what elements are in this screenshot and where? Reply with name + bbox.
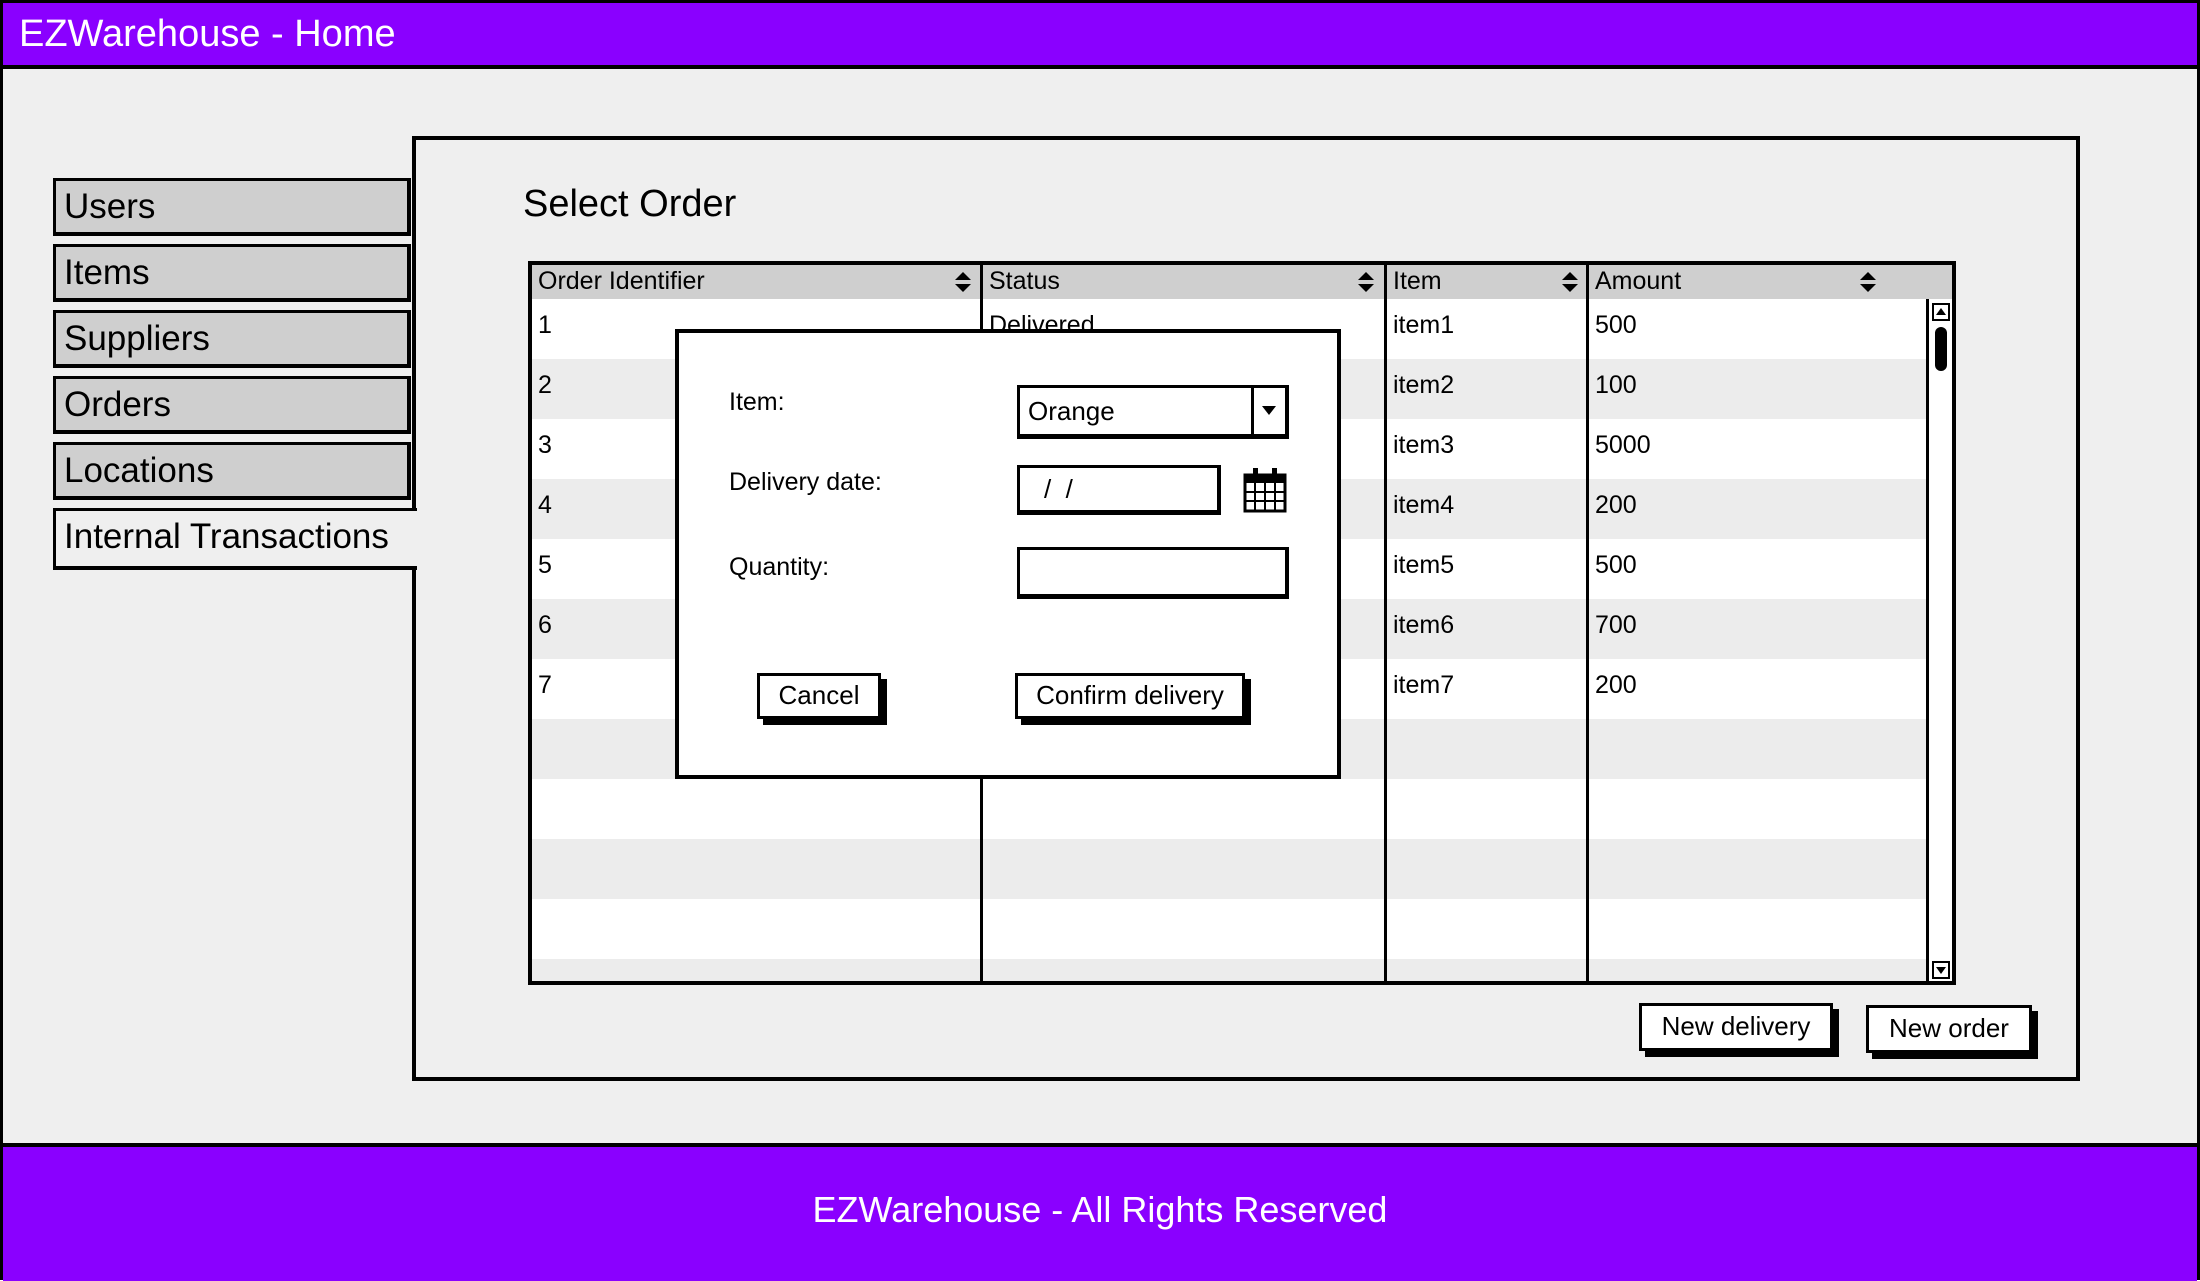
sort-icon[interactable]: [1857, 270, 1879, 294]
table-row-empty[interactable]: [532, 959, 1926, 981]
cell-amount: 500: [1595, 311, 1637, 339]
cell-order-id: 3: [538, 431, 552, 459]
tab-suppliers[interactable]: Suppliers: [53, 310, 411, 368]
column-header-amount[interactable]: Amount: [1589, 265, 1926, 299]
tab-orders[interactable]: Orders: [53, 376, 411, 434]
column-header-label: Status: [989, 267, 1060, 295]
cell-amount: 200: [1595, 671, 1637, 699]
table-row-empty[interactable]: [532, 779, 1926, 839]
cancel-button[interactable]: Cancel: [757, 673, 881, 719]
cell-order-id: 6: [538, 611, 552, 639]
new-delivery-button[interactable]: New delivery: [1639, 1003, 1833, 1051]
table-row-empty[interactable]: [532, 839, 1926, 899]
cell-item: item6: [1393, 611, 1455, 639]
tab-items[interactable]: Items: [53, 244, 411, 302]
tab-locations[interactable]: Locations: [53, 442, 411, 500]
scroll-up-icon[interactable]: [1932, 303, 1950, 321]
table-row-empty[interactable]: [532, 899, 1926, 959]
cell-amount: 5000: [1595, 431, 1651, 459]
cell-item: item1: [1393, 311, 1455, 339]
sort-icon[interactable]: [952, 270, 974, 294]
column-divider: [1384, 265, 1387, 981]
dropdown-toggle[interactable]: [1251, 388, 1285, 434]
scroll-down-icon[interactable]: [1932, 961, 1950, 979]
confirm-delivery-button[interactable]: Confirm delivery: [1015, 673, 1245, 719]
delivery-date-value: / /: [1044, 474, 1073, 504]
item-select-value: Orange: [1028, 396, 1115, 426]
column-header-label: Order Identifier: [538, 267, 705, 295]
cell-item: item2: [1393, 371, 1455, 399]
delivery-date-input[interactable]: / /: [1017, 465, 1221, 515]
delivery-date-label: Delivery date:: [729, 468, 882, 496]
item-label: Item:: [729, 388, 785, 416]
footer-text: EZWarehouse - All Rights Reserved: [812, 1189, 1388, 1230]
cell-amount: 100: [1595, 371, 1637, 399]
quantity-label: Quantity:: [729, 553, 830, 581]
new-delivery-dialog: Item: Orange Delivery date: / / Quantity…: [675, 329, 1341, 779]
table-header: Order Identifier Status Item Amount: [532, 265, 1952, 299]
page-title: Select Order: [523, 183, 737, 225]
sort-icon[interactable]: [1559, 270, 1581, 294]
cell-order-id: 7: [538, 671, 552, 699]
cell-item: item4: [1393, 491, 1455, 519]
column-divider: [1586, 265, 1589, 981]
cell-order-id: 2: [538, 371, 552, 399]
chevron-down-icon: [1262, 406, 1276, 415]
cell-item: item3: [1393, 431, 1455, 459]
tab-users[interactable]: Users: [53, 178, 411, 236]
cell-order-id: 5: [538, 551, 552, 579]
app-footer: EZWarehouse - All Rights Reserved: [3, 1143, 2197, 1281]
column-header-order-identifier[interactable]: Order Identifier: [532, 265, 983, 299]
column-header-item[interactable]: Item: [1387, 265, 1589, 299]
column-header-status[interactable]: Status: [983, 265, 1387, 299]
calendar-icon[interactable]: [1241, 465, 1289, 515]
cell-order-id: 1: [538, 311, 552, 339]
new-order-button[interactable]: New order: [1866, 1005, 2032, 1053]
scroll-thumb[interactable]: [1935, 327, 1947, 371]
column-header-label: Item: [1393, 267, 1442, 295]
tab-internal-transactions[interactable]: Internal Transactions: [53, 508, 417, 570]
quantity-input[interactable]: [1017, 547, 1289, 599]
cell-item: item5: [1393, 551, 1455, 579]
vertical-scrollbar[interactable]: [1926, 299, 1952, 981]
cell-item: item7: [1393, 671, 1455, 699]
cell-order-id: 4: [538, 491, 552, 519]
item-select[interactable]: Orange: [1017, 385, 1289, 439]
app-title: EZWarehouse - Home: [19, 13, 396, 55]
column-header-label: Amount: [1595, 267, 1682, 295]
cell-amount: 200: [1595, 491, 1637, 519]
app-window: EZWarehouse - Home Users Items Suppliers…: [0, 0, 2200, 1281]
cell-amount: 500: [1595, 551, 1637, 579]
sort-icon[interactable]: [1355, 270, 1377, 294]
app-header: EZWarehouse - Home: [3, 3, 2197, 69]
cell-amount: 700: [1595, 611, 1637, 639]
